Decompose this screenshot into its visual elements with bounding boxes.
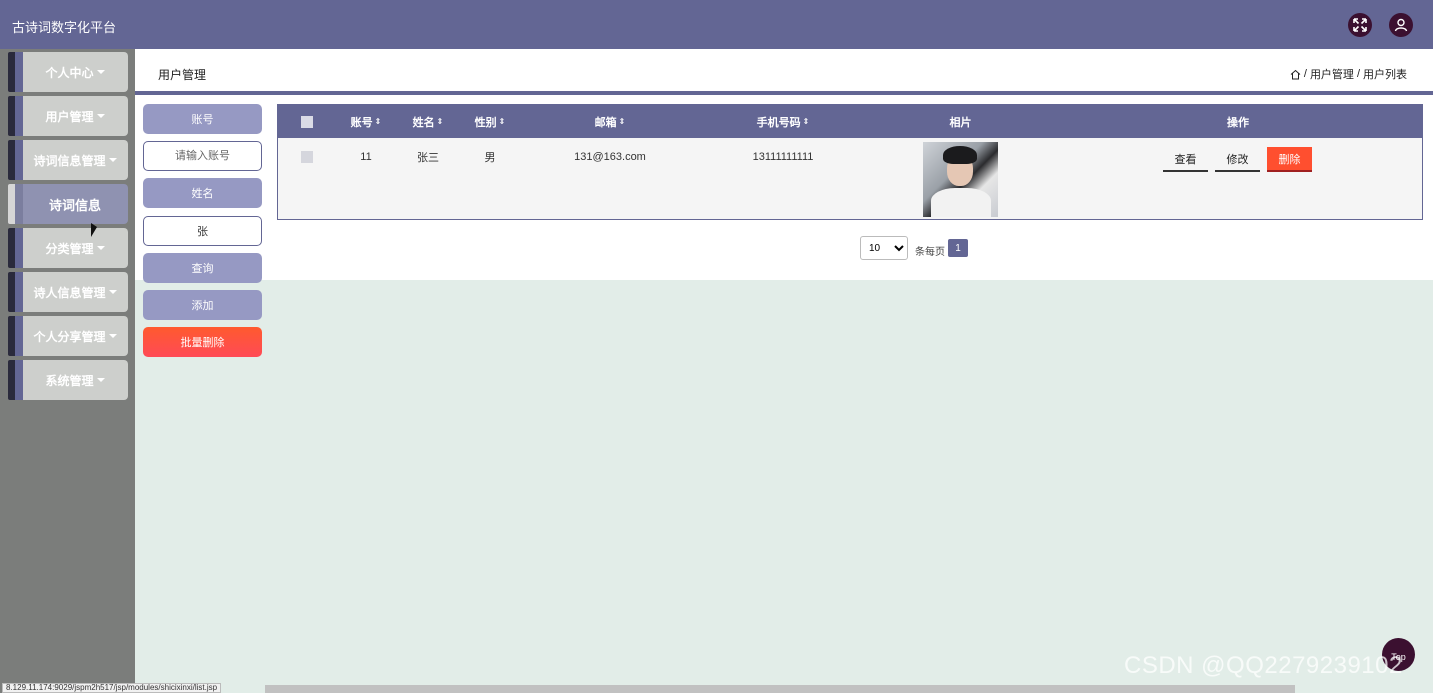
- edit-button[interactable]: 修改: [1215, 147, 1260, 172]
- row-checkbox[interactable]: [301, 151, 313, 163]
- cell-account: 11: [360, 151, 372, 163]
- sidebar-item-label: 系统管理: [45, 373, 94, 388]
- sort-icon: ⇕: [618, 116, 626, 126]
- caret-down-icon: [108, 158, 117, 162]
- page-size-select[interactable]: 10: [860, 236, 908, 260]
- view-button[interactable]: 查看: [1163, 147, 1208, 172]
- fullscreen-button[interactable]: [1348, 13, 1372, 37]
- name-search-input[interactable]: [143, 216, 262, 246]
- name-label: 姓名: [143, 178, 262, 208]
- column-header-photo: 相片: [949, 116, 972, 129]
- content-header: 用户管理 / 用户管理 / 用户列表: [135, 49, 1433, 95]
- app-title: 古诗词数字化平台: [12, 20, 117, 35]
- cell-name: 张三: [417, 152, 439, 164]
- cell-email: 131@163.com: [574, 151, 646, 163]
- query-button[interactable]: 查询: [143, 253, 262, 283]
- sort-icon: ⇕: [802, 116, 810, 126]
- sort-icon: ⇕: [436, 116, 444, 126]
- column-header-account[interactable]: 账号 ⇕: [336, 105, 396, 138]
- caret-down-icon: [108, 334, 117, 338]
- account-search-input[interactable]: [143, 141, 262, 171]
- sidebar-item-label: 个人分享管理: [33, 329, 106, 344]
- breadcrumb-separator: /: [1303, 68, 1307, 80]
- account-label: 账号: [143, 104, 262, 134]
- top-header: 古诗词数字化平台: [0, 0, 1433, 49]
- user-table: 账号 ⇕ 姓名 ⇕ 性别 ⇕ 邮箱 ⇕ 手机号码 ⇕ 相片 操作 11 张三 男 131@…: [277, 104, 1423, 220]
- breadcrumb-item-user-list: 用户列表: [1363, 69, 1407, 81]
- cell-phone: 13111111111: [752, 151, 814, 163]
- sidebar-item-poet-info-management[interactable]: 诗人信息管理: [8, 272, 128, 312]
- watermark: CSDN @QQ2279239102: [1124, 652, 1403, 679]
- sidebar-item-poetry-info-management[interactable]: 诗词信息管理: [8, 140, 128, 180]
- delete-button[interactable]: 删除: [1267, 147, 1312, 172]
- column-header-phone[interactable]: 手机号码 ⇕: [708, 105, 858, 138]
- sidebar-item-personal-center[interactable]: 个人中心: [8, 52, 128, 92]
- expand-arrows-icon: [1353, 18, 1367, 32]
- user-photo: [923, 142, 998, 217]
- column-header-gender[interactable]: 性别 ⇕: [460, 105, 520, 138]
- page-title: 用户管理: [158, 68, 207, 82]
- per-page-label: 条每页: [915, 247, 945, 258]
- sidebar-item-label: 诗人信息管理: [33, 285, 106, 300]
- sidebar-item-label: 用户管理: [45, 109, 94, 124]
- caret-down-icon: [96, 246, 105, 250]
- sidebar-item-label: 分类管理: [45, 241, 94, 256]
- sort-icon: ⇕: [374, 116, 382, 126]
- breadcrumb-item-user-management[interactable]: 用户管理: [1310, 66, 1354, 82]
- sidebar-item-category-management[interactable]: 分类管理: [8, 228, 128, 268]
- caret-down-icon: [96, 378, 105, 382]
- batch-delete-button[interactable]: 批量删除: [143, 327, 262, 357]
- sidebar-item-label: 诗词信息: [48, 197, 101, 213]
- breadcrumb-separator: /: [1356, 68, 1360, 80]
- column-header-email[interactable]: 邮箱 ⇕: [540, 105, 680, 138]
- sidebar-item-personal-share-management[interactable]: 个人分享管理: [8, 316, 128, 356]
- page-button-current[interactable]: 1: [948, 239, 968, 257]
- column-header-name[interactable]: 姓名 ⇕: [398, 105, 458, 138]
- sidebar-item-poetry-info[interactable]: 诗词信息: [8, 184, 128, 224]
- sidebar-item-system-management[interactable]: 系统管理: [8, 360, 128, 400]
- home-icon[interactable]: [1290, 69, 1301, 80]
- row-checkbox-cell: [301, 151, 313, 163]
- add-button[interactable]: 添加: [143, 290, 262, 320]
- select-all-checkbox[interactable]: [301, 115, 313, 128]
- cell-gender: 男: [484, 152, 496, 164]
- sidebar-item-user-management[interactable]: 用户管理: [8, 96, 128, 136]
- column-header-actions: 操作: [1227, 116, 1249, 129]
- caret-down-icon: [108, 290, 117, 294]
- table-header: 账号 ⇕ 姓名 ⇕ 性别 ⇕ 邮箱 ⇕ 手机号码 ⇕ 相片 操作: [278, 105, 1422, 138]
- breadcrumb: / 用户管理 / 用户列表: [1290, 66, 1407, 82]
- sidebar-item-label: 诗词信息管理: [33, 153, 106, 168]
- mouse-cursor-icon: [91, 223, 97, 237]
- caret-down-icon: [96, 70, 105, 74]
- user-menu-button[interactable]: [1389, 13, 1413, 37]
- sort-icon: ⇕: [498, 116, 506, 126]
- user-icon: [1394, 18, 1408, 32]
- select-all-checkbox-cell: [294, 105, 320, 138]
- horizontal-scrollbar[interactable]: [265, 685, 1295, 693]
- caret-down-icon: [96, 114, 105, 118]
- status-bar-url: 8.129.11.174:9029/jspm2h517/jsp/modules/…: [2, 683, 222, 693]
- sidebar-item-label: 个人中心: [45, 65, 94, 80]
